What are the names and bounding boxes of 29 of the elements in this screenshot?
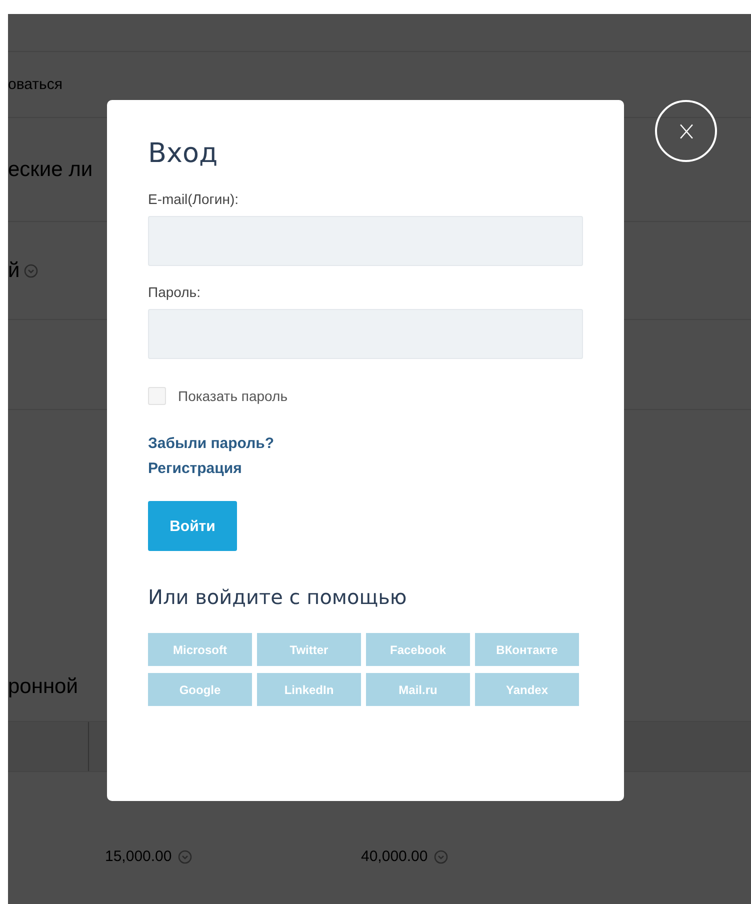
- section-heading: Или войдите с помощью: [148, 585, 408, 609]
- chevron-circle-icon: [434, 850, 448, 864]
- chevron-circle-icon: [24, 264, 38, 278]
- social-login-button[interactable]: Yandex: [475, 673, 579, 706]
- social-login-button[interactable]: ВКонтакте: [475, 633, 579, 666]
- checkbox[interactable]: [148, 387, 166, 405]
- amount-text: 15,000.00: [105, 848, 172, 865]
- link[interactable]: Забыли пароль?: [148, 435, 274, 452]
- social-login-button[interactable]: Twitter: [257, 633, 361, 666]
- checkbox-label: Показать пароль: [178, 388, 288, 404]
- amount-text: 40,000.00: [361, 848, 428, 865]
- link[interactable]: Регистрация: [148, 460, 242, 477]
- login-button[interactable]: Войти: [148, 501, 237, 551]
- social-login-button[interactable]: Microsoft: [148, 633, 252, 666]
- link-text: оваться: [8, 76, 62, 93]
- social-login-button[interactable]: Facebook: [366, 633, 470, 666]
- close-button[interactable]: [655, 100, 717, 162]
- social-login-button[interactable]: Google: [148, 673, 252, 706]
- section-heading: й: [8, 258, 20, 282]
- dialog-title: Вход: [148, 138, 219, 169]
- chevron-circle-icon: [178, 850, 192, 864]
- password-field[interactable]: [148, 309, 583, 359]
- email-field[interactable]: [148, 216, 583, 266]
- social-login-button[interactable]: LinkedIn: [257, 673, 361, 706]
- field-label: Пароль:: [148, 284, 202, 300]
- section-heading: еские ли: [8, 158, 93, 182]
- social-login-button[interactable]: Mail.ru: [366, 673, 470, 706]
- section-heading: ронной: [8, 675, 78, 699]
- field-label: E-mail(Логин):: [148, 191, 240, 207]
